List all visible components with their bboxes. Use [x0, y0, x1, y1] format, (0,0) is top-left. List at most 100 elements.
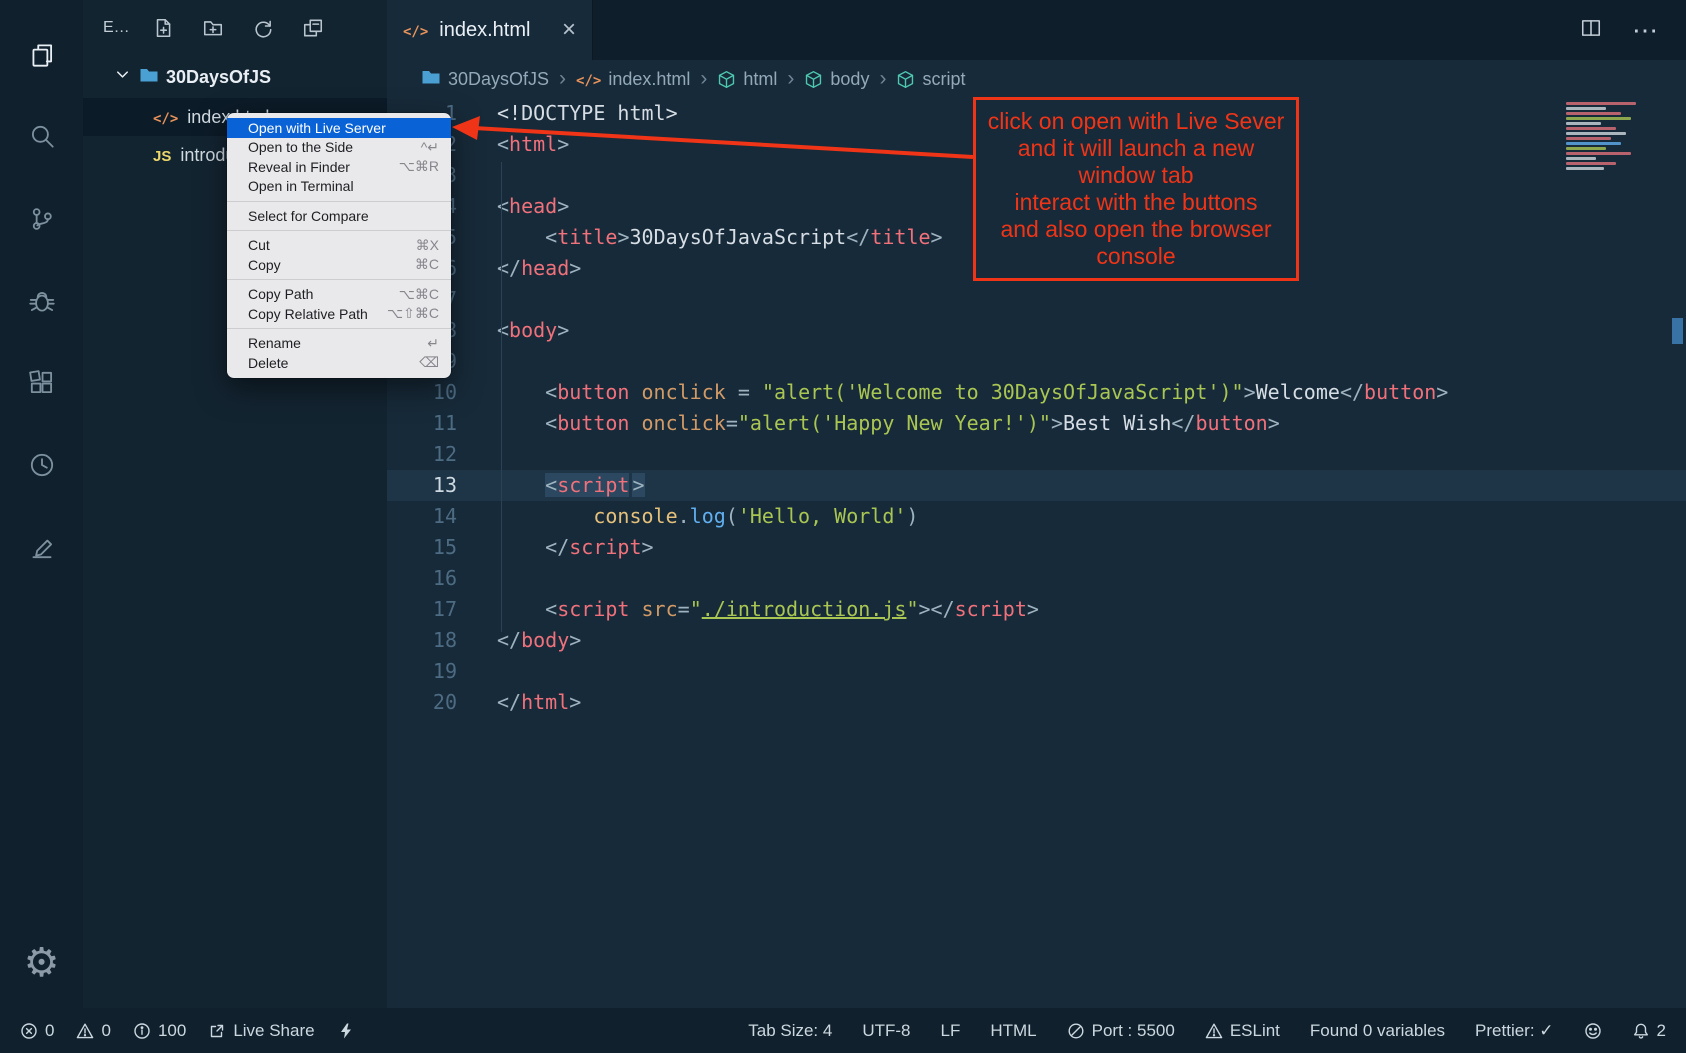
overview-ruler-marker [1672, 318, 1683, 344]
info-icon [133, 1022, 151, 1040]
annotation-box: click on open with Live Severand it will… [973, 97, 1299, 281]
live-share-icon[interactable] [0, 424, 83, 506]
status-label: ESLint [1230, 1021, 1280, 1041]
line-number: 11 [387, 408, 457, 439]
port-icon [1067, 1022, 1085, 1040]
run-debug-icon[interactable] [0, 260, 83, 342]
menu-shortcut: ⌘C [415, 256, 439, 273]
tree-root-folder[interactable]: 30DaysOfJS [83, 56, 387, 98]
menu-item-cut[interactable]: Cut⌘X [227, 236, 451, 256]
menu-item-rename[interactable]: Rename↵ [227, 334, 451, 354]
extensions-icon[interactable] [0, 342, 83, 424]
status-feedback-smiley[interactable] [1584, 1022, 1602, 1040]
breadcrumb-item-index.html[interactable]: </>index.html [576, 69, 690, 90]
status-errors[interactable]: 0 [20, 1021, 54, 1041]
new-folder-icon[interactable] [202, 17, 224, 39]
collapse-all-icon[interactable] [302, 17, 324, 39]
status-language-mode[interactable]: HTML [990, 1021, 1036, 1041]
html-file-icon: </> [153, 107, 178, 128]
code-line-17[interactable]: 17 <script src="./introduction.js"></scr… [387, 594, 1686, 625]
tab-index-html[interactable]: </> index.html × [387, 0, 593, 60]
new-file-icon[interactable] [152, 17, 174, 39]
explorer-icon[interactable] [0, 14, 83, 96]
symbol-cube-icon [804, 70, 823, 89]
status-prettier[interactable]: Prettier: ✓ [1475, 1021, 1553, 1041]
status-label: 100 [158, 1021, 186, 1041]
menu-shortcut: ^↵ [421, 139, 439, 156]
breadcrumb-separator: › [558, 67, 567, 91]
menu-shortcut: ⌥⇧⌘C [387, 305, 439, 322]
menu-item-copy-relative-path[interactable]: Copy Relative Path⌥⇧⌘C [227, 304, 451, 324]
close-icon[interactable]: × [562, 18, 576, 42]
breadcrumb-item-30DaysOfJS[interactable]: 30DaysOfJS [421, 67, 549, 92]
code-line-9[interactable]: 9 [387, 346, 1686, 377]
menu-shortcut: ⌥⌘R [399, 158, 439, 175]
breadcrumb-item-html[interactable]: html [717, 69, 777, 90]
status-label: Live Share [233, 1021, 314, 1041]
menu-item-open-with-live-server[interactable]: Open with Live Server [227, 118, 451, 138]
breadcrumb-item-script[interactable]: script [896, 69, 965, 90]
menu-shortcut: ⌥⌘C [399, 286, 439, 303]
breadcrumb-separator: › [878, 67, 887, 91]
menu-item-open-to-the-side[interactable]: Open to the Side^↵ [227, 138, 451, 158]
bolt-icon [337, 1022, 355, 1040]
status-encoding[interactable]: UTF-8 [862, 1021, 910, 1041]
line-number: 20 [387, 687, 457, 718]
annotation-line: and it will launch a new [980, 135, 1292, 162]
more-actions-icon[interactable]: ⋯ [1632, 15, 1660, 46]
symbol-cube-icon [717, 70, 736, 89]
code-line-16[interactable]: 16 [387, 563, 1686, 594]
menu-item-delete[interactable]: Delete⌫ [227, 353, 451, 373]
root-folder-label: 30DaysOfJS [166, 67, 271, 88]
folder-icon [139, 65, 159, 90]
code-line-8[interactable]: 8<body> [387, 315, 1686, 346]
status-live-share[interactable]: Live Share [208, 1021, 314, 1041]
menu-item-open-in-terminal[interactable]: Open in Terminal [227, 177, 451, 197]
menu-item-select-for-compare[interactable]: Select for Compare [227, 206, 451, 226]
code-line-14[interactable]: 14 console.log('Hello, World') [387, 501, 1686, 532]
menu-separator [227, 230, 451, 231]
settings-gear-icon[interactable]: ⚙ [0, 918, 83, 1008]
status-notifications[interactable]: 2 [1632, 1021, 1666, 1041]
status-found-variables[interactable]: Found 0 variables [1310, 1021, 1445, 1041]
status-warnings[interactable]: 0 [76, 1021, 110, 1041]
status-tab-size[interactable]: Tab Size: 4 [748, 1021, 832, 1041]
activity-bar-items [0, 14, 83, 588]
tab-bar: </> index.html × ⋯ [387, 0, 1686, 60]
code-line-11[interactable]: 11 <button onclick="alert('Happy New Yea… [387, 408, 1686, 439]
annotation-line: click on open with Live Sever [980, 108, 1292, 135]
status-label: Found 0 variables [1310, 1021, 1445, 1041]
line-number: 10 [387, 377, 457, 408]
status-eslint[interactable]: ESLint [1205, 1021, 1280, 1041]
folder-icon [421, 67, 441, 92]
line-number: 16 [387, 563, 457, 594]
code-line-15[interactable]: 15 </script> [387, 532, 1686, 563]
breadcrumb: 30DaysOfJS›</>index.html›html›body›scrip… [387, 60, 1686, 98]
minimap[interactable] [1566, 102, 1662, 170]
split-editor-icon[interactable] [1580, 17, 1602, 44]
status-quick-action[interactable] [337, 1022, 355, 1040]
menu-item-reveal-in-finder[interactable]: Reveal in Finder⌥⌘R [227, 157, 451, 177]
menu-item-copy-path[interactable]: Copy Path⌥⌘C [227, 285, 451, 305]
warning-icon [1205, 1022, 1223, 1040]
code-line-20[interactable]: 20</html> [387, 687, 1686, 718]
menu-item-copy[interactable]: Copy⌘C [227, 255, 451, 275]
chevron-down-icon [113, 65, 132, 89]
status-info-count[interactable]: 100 [133, 1021, 186, 1041]
breadcrumb-item-body[interactable]: body [804, 69, 869, 90]
status-live-server-port[interactable]: Port : 5500 [1067, 1021, 1175, 1041]
refresh-icon[interactable] [252, 17, 274, 39]
feedback-icon[interactable] [0, 506, 83, 588]
code-line-12[interactable]: 12 [387, 439, 1686, 470]
status-eol[interactable]: LF [941, 1021, 961, 1041]
code-line-13[interactable]: 13 <script> [387, 470, 1686, 501]
code-line-10[interactable]: 10 <button onclick = "alert('Welcome to … [387, 377, 1686, 408]
symbol-cube-icon [896, 70, 915, 89]
code-line-7[interactable]: 7 [387, 284, 1686, 315]
context-menu: Open with Live ServerOpen to the Side^↵R… [227, 113, 451, 378]
code-line-19[interactable]: 19 [387, 656, 1686, 687]
source-control-icon[interactable] [0, 178, 83, 260]
search-icon[interactable] [0, 96, 83, 178]
line-number: 17 [387, 594, 457, 625]
code-line-18[interactable]: 18</body> [387, 625, 1686, 656]
